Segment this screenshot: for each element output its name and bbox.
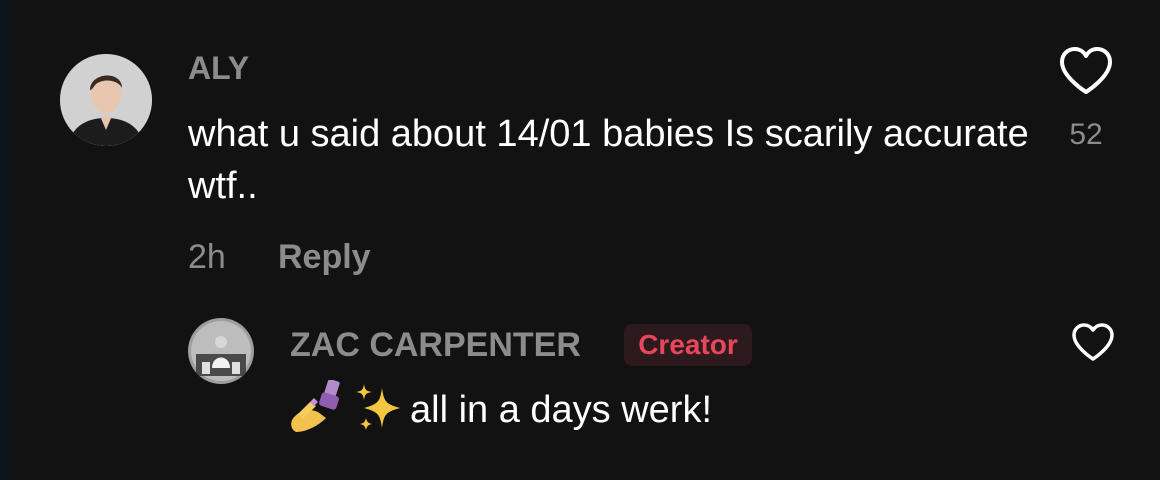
comment-text: what u said about 14/01 babies Is scaril… [188,113,1029,207]
reply-username[interactable]: ZAC CARPENTER [290,326,581,365]
heart-icon[interactable] [1058,46,1114,96]
nail-polish-icon [291,380,340,432]
like-count: 52 [1069,118,1103,151]
avatar-image [60,54,152,146]
comment-timestamp: 2h [188,238,226,276]
heart-icon[interactable] [1070,322,1116,362]
reply-text: all in a days werk! [410,389,713,431]
avatar-image [188,318,254,384]
window-edge [0,0,14,480]
sparkles-icon [356,384,400,430]
reply-button[interactable]: Reply [278,238,371,277]
creator-badge: Creator [624,324,752,366]
avatar[interactable] [60,54,152,146]
avatar[interactable] [188,318,254,384]
comment-username[interactable]: ALY [188,50,249,87]
